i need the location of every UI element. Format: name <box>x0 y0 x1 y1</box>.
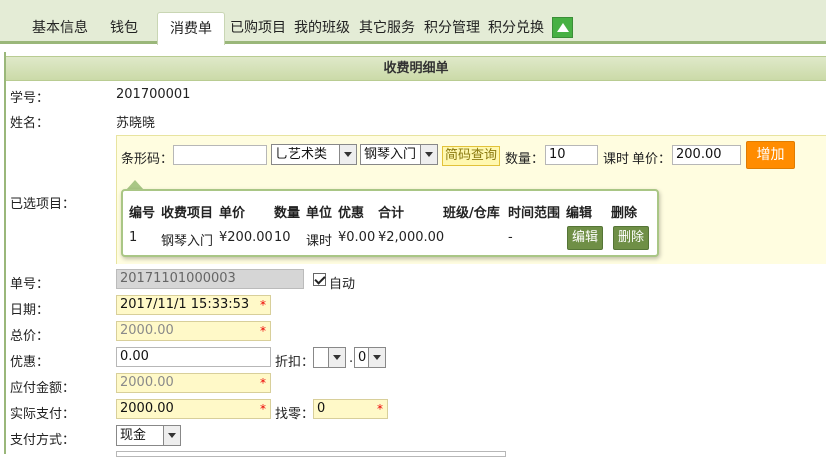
student-id-label: 学号： <box>10 91 50 106</box>
unit-text: 课时 <box>603 152 630 167</box>
barcode-input[interactable] <box>173 145 267 165</box>
row-total: ¥2,000.00 <box>378 230 445 245</box>
tab-points-manage[interactable]: 积分管理 <box>422 14 482 44</box>
pay-method-value: 现金 <box>120 428 147 443</box>
rebate-decimal-select[interactable]: 0 <box>354 347 386 368</box>
paid-input[interactable]: 2000.00 * <box>116 399 271 419</box>
change-value: 0 <box>317 401 326 416</box>
pay-method-label: 支付方式： <box>10 433 76 448</box>
col-header-range: 时间范围 <box>508 206 561 221</box>
tab-points-exchange[interactable]: 积分兑换 <box>486 14 546 44</box>
chevron-down-icon <box>328 348 345 367</box>
scroll-up-icon[interactable] <box>552 17 573 38</box>
edit-row-button[interactable]: 编辑 <box>567 226 604 250</box>
paid-label: 实际支付： <box>10 407 76 422</box>
pay-method-select[interactable]: 现金 <box>116 425 181 446</box>
payable-value: 2000.00 <box>120 375 174 390</box>
student-id-value: 201700001 <box>116 87 191 102</box>
category-select-value: 乚艺术类 <box>275 147 328 162</box>
rebate-label: 折扣： <box>275 355 315 370</box>
order-number-input: 20171101000003 <box>116 269 304 289</box>
payable-input: 2000.00 * <box>116 373 271 393</box>
date-label: 日期： <box>10 303 50 318</box>
col-header-delete: 删除 <box>611 206 638 221</box>
chevron-down-icon <box>163 426 180 445</box>
student-name-label: 姓名： <box>10 116 50 131</box>
remarks-input[interactable] <box>116 451 506 457</box>
student-name-value: 苏晓晓 <box>116 116 156 131</box>
category-select[interactable]: 乚艺术类 <box>271 144 357 165</box>
row-qty: 10 <box>274 230 291 245</box>
col-header-total: 合计 <box>378 206 405 221</box>
payable-label: 应付金额： <box>10 381 76 396</box>
required-star: * <box>260 402 266 416</box>
change-label: 找零： <box>275 407 315 422</box>
required-star: * <box>260 324 266 338</box>
chevron-down-icon <box>368 348 385 367</box>
chevron-down-icon <box>420 145 437 164</box>
total-price-value: 2000.00 <box>120 323 174 338</box>
rebate-decimal-value: 0 <box>358 350 367 365</box>
row-discount: ¥0.00 <box>338 230 376 245</box>
quantity-input[interactable]: 10 <box>545 145 598 165</box>
item-select-value: 钢琴入门 <box>364 147 417 162</box>
row-unit: 课时 <box>306 234 333 249</box>
discount-label: 优惠： <box>10 355 50 370</box>
row-no: 1 <box>129 230 138 245</box>
add-item-button[interactable]: 增加 <box>746 141 795 169</box>
required-star: * <box>377 402 383 416</box>
col-header-item: 收费项目 <box>161 206 214 221</box>
row-range: - <box>508 230 513 245</box>
tab-purchased[interactable]: 已购项目 <box>228 14 288 44</box>
chevron-down-icon <box>339 145 356 164</box>
tab-other-services[interactable]: 其它服务 <box>357 14 417 44</box>
tab-consumption[interactable]: 消费单 <box>157 12 225 45</box>
date-input[interactable]: 2017/11/1 15:33:53 * <box>116 295 271 315</box>
page-title: 收费明细单 <box>6 56 826 81</box>
col-header-qty: 数量 <box>274 206 301 221</box>
col-header-price: 单价 <box>219 206 246 221</box>
col-header-class: 班级/仓库 <box>443 206 500 221</box>
tab-basic-info[interactable]: 基本信息 <box>26 14 94 44</box>
row-item: 钢琴入门 <box>161 234 214 249</box>
date-value: 2017/11/1 15:33:53 <box>120 297 250 312</box>
auto-label: 自动 <box>329 277 356 292</box>
col-header-unit: 单位 <box>306 206 333 221</box>
tab-wallet[interactable]: 钱包 <box>100 14 148 44</box>
required-star: * <box>260 376 266 390</box>
total-price-label: 总价： <box>10 329 50 344</box>
rebate-integer-select[interactable] <box>313 347 346 368</box>
col-header-edit: 编辑 <box>566 206 593 221</box>
order-number-label: 单号： <box>10 277 50 292</box>
unit-price-input[interactable]: 200.00 <box>672 145 741 165</box>
code-search-button[interactable]: 简码查询 <box>442 146 500 166</box>
auto-checkbox[interactable] <box>313 273 326 286</box>
selected-projects-label: 已选项目： <box>10 197 76 212</box>
item-select[interactable]: 钢琴入门 <box>360 144 438 165</box>
col-header-discount: 优惠 <box>338 206 365 221</box>
required-star: * <box>260 298 266 312</box>
tab-my-class[interactable]: 我的班级 <box>292 14 352 44</box>
unit-price-label: 单价： <box>632 152 672 167</box>
delete-row-button[interactable]: 删除 <box>613 226 650 250</box>
discount-input[interactable]: 0.00 <box>116 347 271 367</box>
paid-value: 2000.00 <box>120 401 174 416</box>
row-price: ¥200.00 <box>219 230 273 245</box>
rebate-dot: . <box>349 351 354 366</box>
total-price-input: 2000.00 * <box>116 321 271 341</box>
change-input[interactable]: 0 * <box>313 399 388 419</box>
barcode-label: 条形码： <box>121 152 174 167</box>
quantity-label: 数量： <box>505 152 545 167</box>
col-header-no: 编号 <box>129 206 156 221</box>
